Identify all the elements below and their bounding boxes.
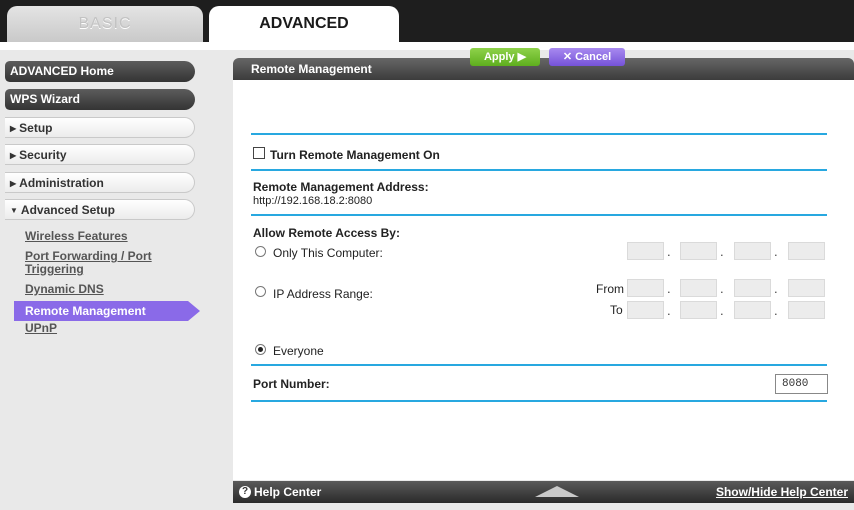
page-title: Remote Management: [233, 58, 854, 80]
tab-advanced[interactable]: ADVANCED: [209, 6, 399, 42]
ip-octet-2[interactable]: [680, 242, 717, 260]
ip-dot: .: [667, 303, 671, 318]
ip-octet-4[interactable]: [788, 242, 825, 260]
show-hide-help-link[interactable]: Show/Hide Help Center: [716, 485, 848, 499]
divider: [251, 400, 827, 402]
sidebar-item-label: ADVANCED Home: [10, 64, 114, 78]
to-octet-4[interactable]: [788, 301, 825, 319]
triangle-right-icon: ▶: [10, 179, 17, 188]
sidebar-item-wps-wizard[interactable]: WPS Wizard: [5, 89, 195, 110]
sidebar-item-security[interactable]: ▶ Security: [5, 144, 195, 165]
to-label: To: [610, 303, 623, 317]
ip-range-radio[interactable]: [255, 286, 266, 297]
only-this-computer-radio[interactable]: [255, 246, 266, 257]
everyone-radio[interactable]: [255, 344, 266, 355]
from-octet-3[interactable]: [734, 279, 771, 297]
submenu-dynamic-dns[interactable]: Dynamic DNS: [25, 283, 104, 295]
ip-dot: .: [774, 281, 778, 296]
everyone-label: Everyone: [273, 344, 324, 358]
ip-dot: .: [774, 244, 778, 259]
port-number-label: Port Number:: [253, 377, 330, 391]
help-center-bar: ? Help Center Show/Hide Help Center: [233, 481, 854, 503]
help-icon[interactable]: ?: [239, 486, 251, 498]
ip-octet-1[interactable]: [627, 242, 664, 260]
address-heading: Remote Management Address:: [253, 180, 429, 194]
triangle-right-icon: ▶: [10, 124, 17, 133]
from-octet-4[interactable]: [788, 279, 825, 297]
access-heading: Allow Remote Access By:: [253, 226, 400, 240]
only-this-computer-label: Only This Computer:: [273, 246, 383, 260]
ip-dot: .: [667, 244, 671, 259]
ip-octet-3[interactable]: [734, 242, 771, 260]
divider: [251, 364, 827, 366]
ip-range-label: IP Address Range:: [273, 287, 373, 301]
help-center-label[interactable]: Help Center: [254, 485, 321, 499]
sidebar-item-setup[interactable]: ▶ Setup: [5, 117, 195, 138]
divider: [251, 133, 827, 135]
expand-up-icon[interactable]: [535, 486, 579, 497]
remote-management-label: Turn Remote Management On: [270, 148, 440, 162]
sidebar-item-label: WPS Wizard: [10, 92, 80, 106]
ip-dot: .: [720, 244, 724, 259]
ip-dot: .: [774, 303, 778, 318]
top-tab-bar: BASIC ADVANCED: [0, 0, 854, 42]
submenu-wireless-features[interactable]: Wireless Features: [25, 230, 128, 242]
to-octet-3[interactable]: [734, 301, 771, 319]
sidebar-item-label: Security: [19, 148, 67, 162]
divider: [251, 214, 827, 216]
submenu-port-forwarding[interactable]: Port Forwarding / Port: [25, 250, 152, 262]
submenu-upnp[interactable]: UPnP: [25, 322, 57, 334]
from-label: From: [596, 282, 624, 296]
tab-basic[interactable]: BASIC: [7, 6, 203, 42]
remote-management-checkbox[interactable]: [253, 147, 265, 159]
sidebar-item-administration[interactable]: ▶ Administration: [5, 172, 195, 193]
to-octet-1[interactable]: [627, 301, 664, 319]
sidebar-item-label: Administration: [19, 176, 104, 190]
triangle-right-icon: ▶: [10, 151, 17, 160]
cancel-button[interactable]: ✕ Cancel: [549, 48, 625, 66]
address-value: http://192.168.18.2:8080: [253, 195, 373, 207]
to-octet-2[interactable]: [680, 301, 717, 319]
submenu-remote-management[interactable]: Remote Management: [14, 301, 200, 321]
ip-dot: .: [667, 281, 671, 296]
from-octet-1[interactable]: [627, 279, 664, 297]
triangle-down-icon: ▼: [10, 206, 18, 215]
ip-dot: .: [720, 281, 724, 296]
submenu-label: Remote Management: [25, 304, 146, 318]
submenu-port-forwarding-cont[interactable]: Triggering: [25, 263, 84, 275]
ip-dot: .: [720, 303, 724, 318]
sidebar-item-advanced-setup[interactable]: ▼ Advanced Setup: [5, 199, 195, 220]
divider: [251, 169, 827, 171]
sidebar-item-label: Setup: [19, 121, 53, 135]
sidebar-item-label: Advanced Setup: [20, 203, 115, 217]
sidebar-item-advanced-home[interactable]: ADVANCED Home: [5, 61, 195, 82]
from-octet-2[interactable]: [680, 279, 717, 297]
apply-button[interactable]: Apply ▶: [470, 48, 540, 66]
port-number-input[interactable]: 8080: [775, 374, 828, 394]
active-arrow: [188, 301, 200, 321]
